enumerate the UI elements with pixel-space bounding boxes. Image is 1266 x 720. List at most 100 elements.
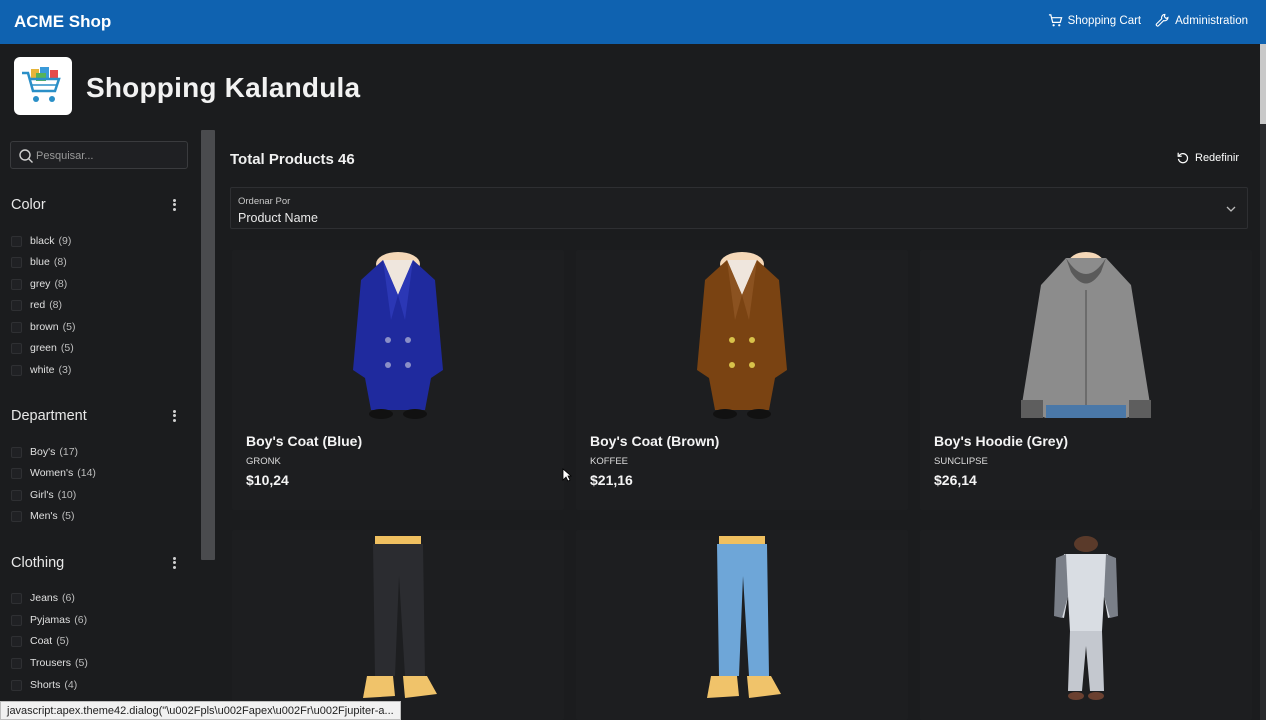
product-card[interactable]: Boy's Coat (Brown) KOFFEE $21,16 [576,250,908,510]
facet-option-count: (5) [56,635,70,647]
facet-option-count: (4) [64,679,78,691]
app-brand-name[interactable]: ACME Shop [14,12,111,32]
product-card[interactable] [232,530,564,720]
product-card[interactable]: Boy's Coat (Blue) GRONK $10,24 [232,250,564,510]
facet-option-count: (8) [53,256,67,268]
product-image[interactable] [930,250,1242,422]
checkbox[interactable] [11,299,22,311]
total-products-heading: Total Products 46 [230,151,355,168]
checkbox[interactable] [11,489,22,501]
product-image[interactable] [586,250,898,422]
product-name[interactable]: Boy's Coat (Brown) [590,433,719,449]
facet-option-label: red [30,299,46,311]
checkbox[interactable] [11,614,22,626]
facet-option-brown[interactable]: brown (5) [11,319,75,335]
reset-icon [1177,152,1189,164]
product-image[interactable] [930,535,1242,707]
facet-option-label: Boy's [30,446,56,458]
coat-image-icon [353,252,443,419]
facet-option-mens[interactable]: Men's (5) [11,508,75,524]
checkbox[interactable] [11,467,22,479]
product-price: $10,24 [246,472,289,488]
facet-menu-department[interactable] [170,408,178,424]
product-image[interactable] [242,535,554,707]
reset-label: Redefinir [1195,152,1240,164]
page-scrollbar-track[interactable] [1260,44,1266,720]
facet-option-shorts[interactable]: Shorts (4) [11,677,77,693]
facet-option-label: Women's [30,467,74,479]
facet-option-label: Girl's [30,489,54,501]
checkbox[interactable] [11,321,22,333]
checkbox[interactable] [11,510,22,522]
shopping-cart-link[interactable]: Shopping Cart [1048,13,1142,28]
product-image[interactable] [242,250,554,422]
administration-label: Administration [1175,14,1248,27]
jeans-image-icon [707,536,781,698]
facet-option-label: Pyjamas [30,614,71,626]
facet-option-count: (6) [62,592,75,604]
administration-link[interactable]: Administration [1155,13,1248,28]
facet-option-label: grey [30,278,51,290]
sort-by-label: Ordenar Por [238,196,291,207]
product-card[interactable]: Boy's Hoodie (Grey) SUNCLIPSE $26,14 [920,250,1252,510]
facet-search-box[interactable] [10,141,188,169]
checkbox[interactable] [11,256,22,268]
more-vertical-icon [172,556,176,560]
browser-status-bar: javascript:apex.theme42.dialog("\u002Fpl… [0,701,401,720]
checkbox[interactable] [11,278,22,290]
product-image[interactable] [586,535,898,707]
facet-title-clothing[interactable]: Clothing [11,555,64,571]
shopping-cart-label: Shopping Cart [1067,14,1142,27]
coat-image-icon [697,252,787,419]
reset-button[interactable]: Redefinir [1176,151,1239,165]
facet-search-input[interactable] [36,146,181,166]
facet-option-label: blue [30,256,50,268]
facet-option-white[interactable]: white (3) [11,362,71,378]
product-card[interactable] [576,530,908,720]
search-icon [19,149,33,163]
checkbox[interactable] [11,364,22,376]
facet-option-coat[interactable]: Coat (5) [11,633,69,649]
facet-option-label: Men's [30,510,58,522]
facet-option-count: (6) [74,614,88,626]
product-brand: GRONK [246,456,281,467]
facet-option-boys[interactable]: Boy's (17) [11,444,78,460]
pyjamas-image-icon [1054,536,1118,700]
facet-menu-color[interactable] [170,197,178,213]
facet-menu-clothing[interactable] [170,555,178,571]
facet-option-green[interactable]: green (5) [11,340,74,356]
facet-option-blue[interactable]: blue (8) [11,254,67,270]
facet-option-black[interactable]: black (9) [11,233,71,249]
sort-by-select[interactable]: Ordenar Por Product Name [230,187,1248,229]
hoodie-image-icon [1021,252,1151,418]
facet-option-label: black [30,235,55,247]
page-scrollbar-thumb[interactable] [1260,44,1266,124]
checkbox[interactable] [11,235,22,247]
facet-option-label: Coat [30,635,53,647]
checkbox[interactable] [11,446,22,458]
checkbox[interactable] [11,635,22,647]
facet-option-womens[interactable]: Women's (14) [11,465,96,481]
sidebar-scrollbar-thumb[interactable] [201,130,215,560]
product-brand: SUNCLIPSE [934,456,988,467]
facet-option-girls[interactable]: Girl's (10) [11,487,76,503]
facet-option-pyjamas[interactable]: Pyjamas (6) [11,612,87,628]
facet-option-trousers[interactable]: Trousers (5) [11,655,88,671]
chevron-down-icon [1226,206,1236,212]
product-card[interactable] [920,530,1252,720]
facet-title-color[interactable]: Color [11,197,46,213]
facet-option-red[interactable]: red (8) [11,297,62,313]
facet-option-grey[interactable]: grey (8) [11,276,67,292]
checkbox[interactable] [11,342,22,354]
faceted-search-sidebar: Color black(9) blue(8) grey(8) red(8) br… [0,130,200,720]
product-name[interactable]: Boy's Hoodie (Grey) [934,433,1068,449]
product-price: $21,16 [590,472,633,488]
facet-title-department[interactable]: Department [11,408,87,424]
checkbox[interactable] [11,657,22,669]
product-name[interactable]: Boy's Coat (Blue) [246,433,362,449]
top-navigation-bar: ACME Shop Shopping Cart Administration [0,0,1266,44]
facet-option-count: (8) [54,278,68,290]
checkbox[interactable] [11,679,22,691]
checkbox[interactable] [11,592,22,604]
facet-option-jeans[interactable]: Jeans (6) [11,590,75,606]
